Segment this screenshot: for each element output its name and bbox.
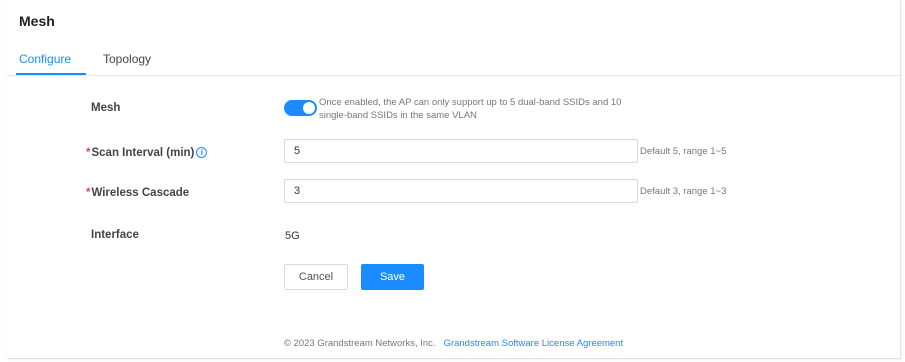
scan-interval-input[interactable]	[284, 139, 638, 163]
license-agreement-link[interactable]: Grandstream Software License Agreement	[444, 338, 624, 349]
footer-copyright: © 2023 Grandstream Networks, Inc.	[283, 338, 436, 349]
mesh-description: Once enabled, the AP can only support up…	[319, 96, 649, 122]
mesh-description-line-1: Once enabled, the AP can only support up…	[319, 97, 622, 108]
wireless-cascade-label: *Wireless Cascade	[86, 187, 189, 199]
wireless-cascade-label-text: Wireless Cascade	[91, 187, 190, 199]
settings-panel: Mesh Configure Topology Mesh Once enable…	[7, 0, 901, 359]
wireless-cascade-hint: Default 3, range 1~3	[640, 186, 727, 197]
tab-topology[interactable]: Topology	[103, 52, 151, 66]
cancel-button[interactable]: Cancel	[284, 264, 348, 290]
interface-value: 5G	[285, 230, 300, 242]
mesh-toggle[interactable]	[284, 100, 317, 116]
mesh-label: Mesh	[91, 102, 121, 114]
active-tab-indicator	[16, 73, 86, 75]
info-icon[interactable]: i	[196, 147, 208, 158]
save-button[interactable]: Save	[361, 264, 424, 290]
page-title: Mesh	[19, 13, 55, 29]
interface-label: Interface	[91, 229, 139, 241]
required-asterisk: *	[86, 147, 91, 159]
required-asterisk: *	[86, 187, 91, 199]
scan-interval-label-text: Scan Interval (min)	[91, 147, 195, 159]
scan-interval-hint: Default 5, range 1~5	[640, 146, 727, 157]
scan-interval-label: *Scan Interval (min) i	[86, 147, 208, 159]
tab-bar: Configure Topology	[7, 43, 900, 76]
mesh-description-line-2: single-band SSIDs in the same VLAN	[319, 110, 477, 121]
wireless-cascade-input[interactable]	[284, 179, 638, 203]
footer: © 2023 Grandstream Networks, Inc. Grandst…	[7, 338, 900, 349]
toggle-knob	[303, 102, 315, 114]
tab-configure[interactable]: Configure	[19, 52, 71, 66]
